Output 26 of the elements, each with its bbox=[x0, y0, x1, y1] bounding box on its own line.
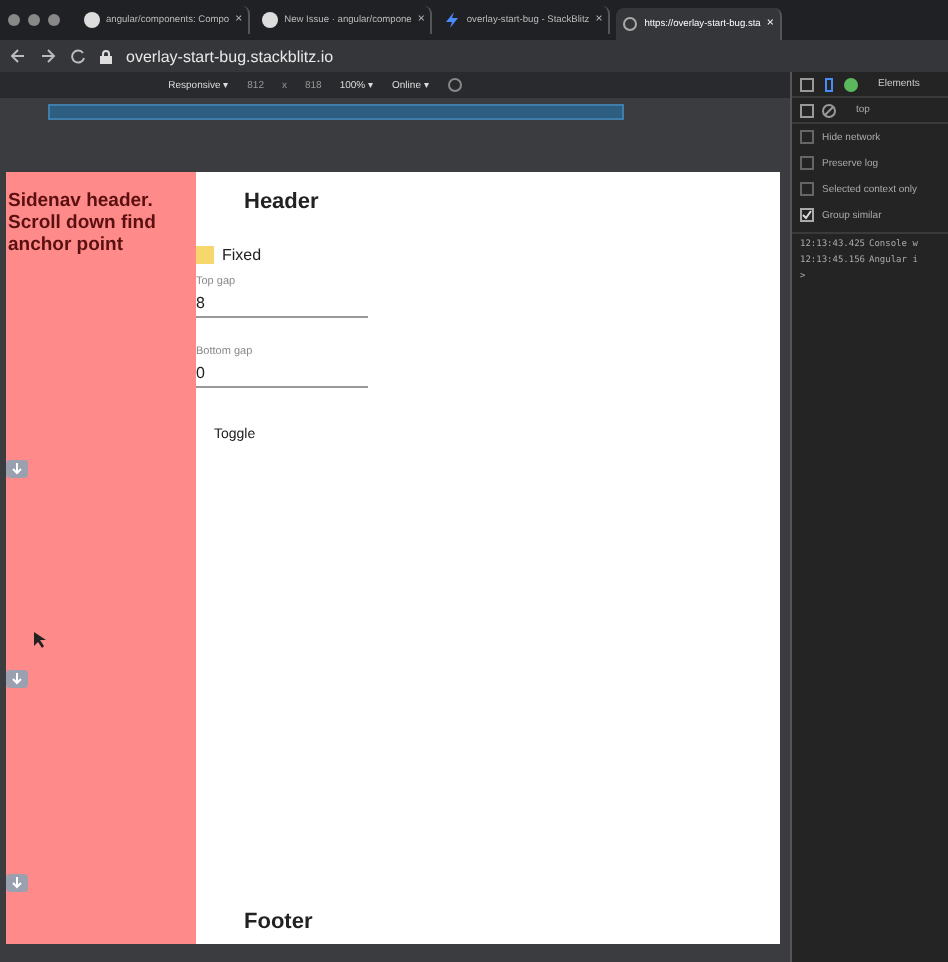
option-checkbox[interactable] bbox=[800, 182, 814, 196]
sidenav-header: Sidenav header. Scroll down find anchor point bbox=[6, 188, 158, 258]
inspect-icon[interactable] bbox=[800, 77, 814, 91]
page-icon bbox=[622, 16, 639, 32]
forward-icon[interactable] bbox=[40, 48, 56, 64]
option-checkbox[interactable] bbox=[800, 156, 814, 170]
page-header: Header bbox=[242, 190, 321, 214]
sidebar-icon[interactable] bbox=[800, 103, 814, 117]
anchor-icon[interactable] bbox=[6, 874, 28, 892]
lock-icon bbox=[100, 49, 112, 63]
address-field[interactable]: overlay-start-bug.stackblitz.io bbox=[126, 47, 334, 65]
bolt-icon bbox=[444, 12, 461, 28]
page-footer: Footer bbox=[196, 910, 780, 934]
anchor-icon[interactable] bbox=[6, 670, 28, 688]
anchor-icon[interactable] bbox=[6, 460, 28, 478]
back-icon[interactable] bbox=[10, 48, 26, 64]
extension-icon[interactable] bbox=[844, 77, 858, 91]
checkbox-label: Fixed bbox=[222, 246, 262, 264]
fixed-checkbox[interactable] bbox=[196, 246, 214, 264]
option-checkbox[interactable] bbox=[800, 208, 814, 222]
rotate-icon[interactable] bbox=[447, 78, 462, 92]
option-checkbox[interactable] bbox=[800, 130, 814, 144]
cursor-icon bbox=[34, 632, 46, 648]
reload-icon[interactable] bbox=[70, 48, 86, 64]
clear-icon[interactable] bbox=[822, 103, 836, 117]
device-icon[interactable] bbox=[822, 77, 836, 91]
